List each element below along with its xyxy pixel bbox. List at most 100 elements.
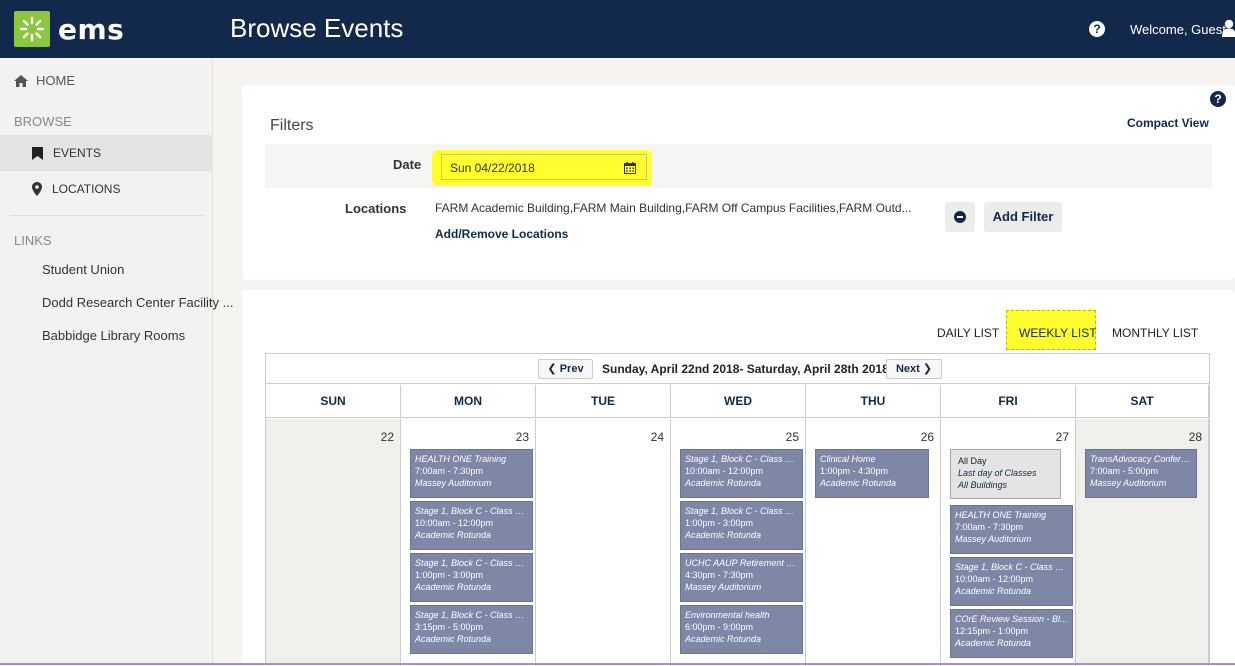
event-title: Stage 1, Block C - Class 2 ... xyxy=(415,558,528,568)
bookmark-icon xyxy=(32,146,43,160)
event-title: Stage 1, Block C - Class 2 ... xyxy=(685,506,798,516)
event-title: Stage 1, Block C - Class 2 ... xyxy=(415,610,528,620)
prev-week-button[interactable]: ❮ Prev xyxy=(538,359,593,379)
day-number: 28 xyxy=(1188,430,1202,444)
event-card[interactable]: Clinical Home 1:00pm - 4:30pm Academic Rot… xyxy=(815,449,929,498)
sidebar-link-dodd-research[interactable]: Dodd Research Center Facility ... xyxy=(42,295,233,310)
help-icon[interactable]: ? xyxy=(1210,91,1226,107)
next-week-button[interactable]: Next ❯ xyxy=(886,359,942,379)
logo-text: ems xyxy=(58,12,125,46)
event-card[interactable]: Stage 1, Block C - Class 2 ... 10:00am - … xyxy=(410,501,533,550)
day-number: 27 xyxy=(1055,430,1069,444)
day-header-wed: WED xyxy=(671,385,806,418)
event-location: All Buildings xyxy=(958,480,1008,490)
event-title: Environmental health xyxy=(685,610,770,620)
event-location: Academic Rotunda xyxy=(415,634,492,644)
day-number: 26 xyxy=(920,430,934,444)
event-title: UCHC AAUP Retirement S... xyxy=(685,558,798,568)
event-card[interactable]: Stage 1, Block C - Class 2 ... 10:00am - … xyxy=(680,449,803,498)
day-number: 23 xyxy=(515,430,529,444)
event-time: 7:00am - 7:30pm xyxy=(415,466,484,476)
tab-weekly-list[interactable]: WEEKLY LIST xyxy=(1019,326,1097,340)
day-header-sun: SUN xyxy=(266,385,401,418)
sidebar-link-babbidge-library[interactable]: Babbidge Library Rooms xyxy=(42,328,185,343)
event-location: Academic Rotunda xyxy=(820,478,897,488)
next-label: Next xyxy=(895,363,920,375)
event-time: 7:00am - 7:30pm xyxy=(955,522,1024,532)
all-day-event[interactable]: All Day Last day of Classes All Buildings xyxy=(950,449,1061,499)
event-title: TransAdvocacy Conference xyxy=(1090,454,1192,464)
event-time: 7:00am - 5:00pm xyxy=(1090,466,1159,476)
day-header-mon: MON xyxy=(401,385,536,418)
calendar-icon[interactable] xyxy=(624,162,636,174)
day-column-thu[interactable]: 26 Clinical Home 1:00pm - 4:30pm Academic R… xyxy=(806,419,941,666)
event-location: Massey Auditorium xyxy=(685,582,762,592)
sidebar-item-label: EVENTS xyxy=(53,146,102,160)
event-card[interactable]: HEALTH ONE Training 7:00am - 7:30pm Massey… xyxy=(410,449,533,498)
remove-filter-button[interactable] xyxy=(945,202,975,232)
user-icon[interactable] xyxy=(1222,19,1235,42)
event-card[interactable]: COrE Review Session - Bl... 12:15pm - 1:0… xyxy=(950,609,1073,658)
sidebar-item-home[interactable]: HOME xyxy=(14,73,75,88)
event-location: Academic Rotunda xyxy=(955,586,1032,596)
help-icon[interactable]: ? xyxy=(1089,21,1105,37)
locations-value: FARM Academic Building,FARM Main Buildin… xyxy=(435,201,912,215)
sidebar-item-events[interactable]: EVENTS xyxy=(0,135,213,171)
tab-daily-list[interactable]: DAILY LIST xyxy=(937,326,999,340)
event-title: Clinical Home xyxy=(820,454,876,464)
tab-monthly-list[interactable]: MONTHLY LIST xyxy=(1112,326,1198,340)
event-title: Last day of Classes xyxy=(958,468,1037,478)
event-time: 12:15pm - 1:00pm xyxy=(955,626,1029,636)
event-card[interactable]: Stage 1, Block C - Class 2 ... 1:00pm - 3… xyxy=(680,501,803,550)
event-location: Academic Rotunda xyxy=(685,478,762,488)
event-location: Academic Rotunda xyxy=(415,530,492,540)
sidebar-link-student-union[interactable]: Student Union xyxy=(42,262,124,277)
event-card[interactable]: HEALTH ONE Training 7:00am - 7:30pm Massey… xyxy=(950,505,1073,554)
event-location: Academic Rotunda xyxy=(955,638,1032,648)
sidebar-item-label: HOME xyxy=(36,73,75,88)
event-time: 6:00pm - 9:00pm xyxy=(685,622,754,632)
day-header-thu: THU xyxy=(806,385,941,418)
chevron-left-icon: ❮ xyxy=(547,363,557,375)
day-column-tue[interactable]: 24 xyxy=(536,419,671,666)
day-column-wed[interactable]: 25 Stage 1, Block C - Class 2 ... 10:00am … xyxy=(671,419,806,666)
event-card[interactable]: UCHC AAUP Retirement S... 4:30pm - 7:30pm… xyxy=(680,553,803,602)
event-location: Academic Rotunda xyxy=(415,582,492,592)
event-card[interactable]: Environmental health 6:00pm - 9:00pm Acade… xyxy=(680,605,803,654)
event-card[interactable]: TransAdvocacy Conference 7:00am - 5:00pm M… xyxy=(1085,449,1197,498)
event-location: Massey Auditorium xyxy=(415,478,492,488)
date-label: Date xyxy=(393,157,422,172)
event-title: Stage 1, Block C - Class 2 ... xyxy=(685,454,798,464)
all-day-label: All Day xyxy=(958,456,987,466)
filters-title: Filters xyxy=(270,117,314,134)
chevron-right-icon: ❯ xyxy=(922,363,933,375)
add-filter-button[interactable]: Add Filter xyxy=(984,202,1062,232)
day-column-sat[interactable]: 28 TransAdvocacy Conference 7:00am - 5:00p… xyxy=(1076,419,1209,666)
calendar-nav-row: ❮ Prev Sunday, April 22nd 2018- Saturday… xyxy=(266,354,1209,384)
event-title: HEALTH ONE Training xyxy=(415,454,507,464)
event-card[interactable]: Stage 1, Block C - Class 2 ... 10:00am - … xyxy=(950,557,1073,606)
minus-circle-icon xyxy=(954,211,966,223)
locations-label: Locations xyxy=(345,201,407,216)
event-location: Academic Rotunda xyxy=(685,530,762,540)
welcome-text[interactable]: Welcome, Guest. xyxy=(1130,22,1229,37)
day-header-sat: SAT xyxy=(1076,385,1209,418)
day-column-fri[interactable]: 27 All Day Last day of Classes All Building… xyxy=(941,419,1076,666)
event-time: 1:00pm - 3:00pm xyxy=(415,570,484,580)
week-range-label: Sunday, April 22nd 2018- Saturday, April… xyxy=(602,362,889,376)
sidebar: HOME BROWSE EVENTS LOCATIONS LINKS Stude… xyxy=(0,58,233,665)
sidebar-item-locations[interactable]: LOCATIONS xyxy=(0,171,213,207)
compact-view-link[interactable]: Compact View xyxy=(1127,116,1209,130)
event-card[interactable]: Stage 1, Block C - Class 2 ... 3:15pm - 5… xyxy=(410,605,533,654)
sidebar-section-links: LINKS xyxy=(14,233,52,248)
event-time: 10:00am - 12:00pm xyxy=(415,518,494,528)
date-input[interactable]: Sun 04/22/2018 xyxy=(441,154,647,180)
home-icon xyxy=(14,74,28,87)
map-marker-icon xyxy=(32,182,42,196)
event-card[interactable]: Stage 1, Block C - Class 2 ... 1:00pm - 3… xyxy=(410,553,533,602)
ems-logo[interactable]: ems xyxy=(14,10,176,48)
day-column-mon[interactable]: 23 HEALTH ONE Training 7:00am - 7:30pm Mass… xyxy=(401,419,536,666)
event-time: 1:00pm - 3:00pm xyxy=(685,518,754,528)
add-remove-locations-link[interactable]: Add/Remove Locations xyxy=(435,227,568,241)
day-column-sun[interactable]: 22 xyxy=(266,419,401,666)
